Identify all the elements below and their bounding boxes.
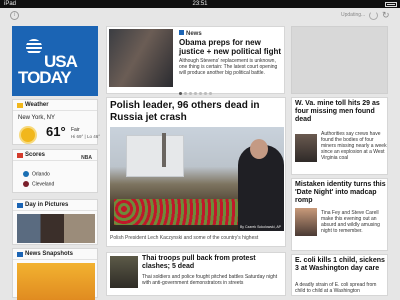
news-snapshots-panel[interactable]: News Snapshots bbox=[12, 248, 98, 300]
main-story-title[interactable]: Polish leader, 96 others dead in Russia … bbox=[110, 100, 285, 124]
refresh-icon[interactable]: ↻ bbox=[382, 10, 390, 21]
battery-icon bbox=[385, 2, 397, 7]
side-story-summary: Authorities say crews have found the bod… bbox=[321, 131, 387, 161]
updating-status: Updating... bbox=[341, 12, 366, 18]
bottom-story-image bbox=[110, 256, 138, 288]
side-story-title[interactable]: Mistaken identity turns this 'Date Night… bbox=[295, 181, 387, 205]
scores-panel[interactable]: Scores NBA Orlando Cleveland bbox=[12, 149, 98, 193]
featured-story-title[interactable]: Obama preps for new justice + new politi… bbox=[179, 38, 283, 56]
carousel-page-indicator[interactable] bbox=[106, 89, 285, 95]
main-story-image[interactable]: By Czarek Sokolowski, AP bbox=[110, 127, 284, 231]
side-story-image bbox=[295, 208, 317, 236]
main-story-caption: Polish President Lech Kaczynski and some… bbox=[110, 235, 259, 241]
globe-icon bbox=[26, 39, 42, 55]
logo-wordmark: USA TODAY bbox=[18, 52, 78, 87]
side-story[interactable]: W. Va. mine toll hits 29 as four missing… bbox=[291, 97, 388, 175]
day-in-pictures-header: Day in Pictures bbox=[13, 200, 97, 211]
status-bar: iPad 23:51 bbox=[0, 0, 400, 8]
section-tag: News bbox=[179, 30, 202, 37]
day-in-pictures-image[interactable] bbox=[17, 214, 95, 243]
weather-temperature: 61° bbox=[46, 124, 66, 139]
team-row[interactable]: Cleveland bbox=[23, 181, 54, 187]
side-story[interactable]: Mistaken identity turns this 'Date Night… bbox=[291, 178, 388, 251]
featured-story-summary: Although Stevens' replacement is unknown… bbox=[179, 58, 278, 76]
photo-credit: By Czarek Sokolowski, AP bbox=[239, 225, 281, 229]
bottom-story-summary: Thai soldiers and police fought pitched … bbox=[142, 274, 278, 286]
snapshots-section-icon bbox=[17, 252, 23, 257]
side-story-title[interactable]: W. Va. mine toll hits 29 as four missing… bbox=[295, 100, 387, 124]
scores-header: Scores NBA bbox=[13, 150, 97, 161]
featured-story[interactable]: News Obama preps for new justice + new p… bbox=[106, 26, 285, 94]
usa-today-logo[interactable]: USA TODAY bbox=[12, 26, 98, 96]
weather-city: New York, NY bbox=[18, 115, 56, 121]
bottom-story[interactable]: Thai troops pull back from protest clash… bbox=[106, 252, 286, 296]
weather-panel[interactable]: Weather New York, NY 61° Fair Hi 69° | L… bbox=[12, 99, 101, 145]
main-story[interactable]: Polish leader, 96 others dead in Russia … bbox=[106, 97, 286, 247]
side-story-summary: Tina Fey and Steve Carell make this even… bbox=[321, 210, 380, 234]
clock: 23:51 bbox=[192, 1, 208, 7]
weather-header: Weather bbox=[13, 100, 97, 111]
news-snapshots-header: News Snapshots bbox=[13, 249, 97, 260]
weather-condition: Fair bbox=[71, 127, 80, 133]
side-story-summary: A deadly strain of E. coli spread from c… bbox=[295, 282, 377, 294]
side-story-title[interactable]: E. coli kills 1 child, sickens 3 at Wash… bbox=[295, 257, 387, 273]
toolbar: i Updating... ↻ bbox=[0, 8, 400, 23]
pictures-section-icon bbox=[17, 203, 23, 208]
scores-league: NBA bbox=[81, 155, 92, 161]
weather-hi-lo: Hi 69° | Lo 46° bbox=[71, 134, 101, 139]
weather-section-icon bbox=[17, 103, 23, 108]
bottom-story-title[interactable]: Thai troops pull back from protest clash… bbox=[142, 255, 284, 271]
ad-placeholder bbox=[291, 26, 388, 94]
featured-story-image bbox=[109, 29, 173, 87]
side-story-image bbox=[295, 134, 317, 162]
side-story[interactable]: E. coli kills 1 child, sickens 3 at Wash… bbox=[291, 254, 388, 296]
news-snapshot-image[interactable] bbox=[17, 263, 95, 300]
team-row[interactable]: Orlando bbox=[23, 171, 50, 177]
sun-icon bbox=[21, 128, 35, 142]
info-icon[interactable]: i bbox=[10, 11, 19, 20]
scores-section-icon bbox=[17, 153, 23, 158]
spinner-icon bbox=[369, 11, 378, 20]
day-in-pictures-panel[interactable]: Day in Pictures bbox=[12, 199, 98, 245]
